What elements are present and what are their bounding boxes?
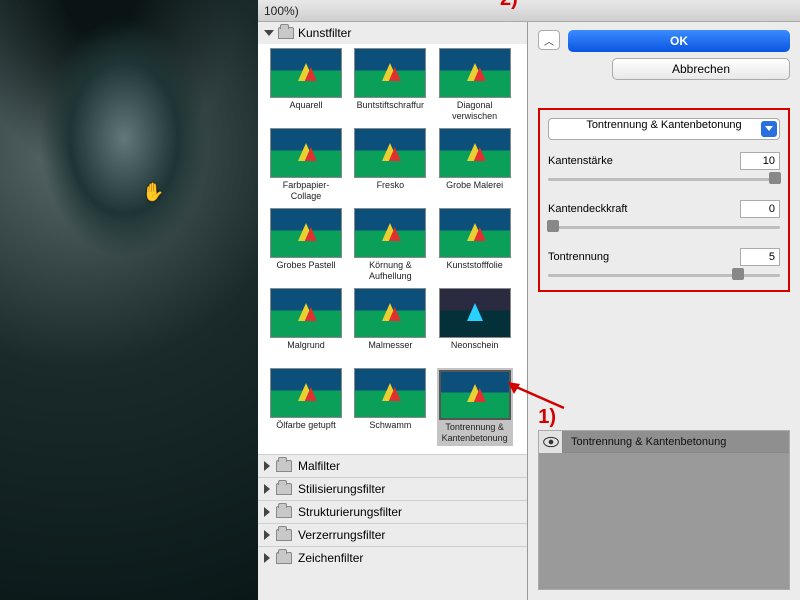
filter-thumb[interactable]: Aquarell [268, 48, 344, 122]
annotation-2: 2) [500, 0, 518, 11]
filter-thumb[interactable]: Buntstiftschraffur [352, 48, 428, 122]
filter-thumb[interactable]: Kunststofffolie [437, 208, 513, 282]
ok-button[interactable]: OK [568, 30, 790, 52]
filter-options-box: Tontrennung & Kantenbetonung Kantenstärk… [538, 108, 790, 292]
slider-label: Kantendeckkraft [548, 203, 628, 215]
disclosure-right-icon [264, 461, 270, 471]
effect-layers-panel: Tontrennung & Kantenbetonung [538, 430, 790, 590]
filter-thumb[interactable]: Farbpapier-Collage [268, 128, 344, 202]
eye-icon [543, 436, 559, 448]
posterization-input[interactable] [740, 248, 780, 266]
folder-icon [276, 529, 292, 541]
collapse-button[interactable]: ︿ [538, 30, 560, 50]
filter-gallery-panel: Kunstfilter Aquarell Buntstiftschraffur … [258, 22, 528, 600]
folder-icon [276, 506, 292, 518]
slider-posterization: Tontrennung [548, 248, 780, 282]
disclosure-right-icon [264, 507, 270, 517]
edge-intensity-track[interactable] [548, 222, 780, 234]
window-title: 100%) [258, 0, 800, 22]
filter-thumb[interactable]: Körnung & Aufhellung [352, 208, 428, 282]
edge-thickness-track[interactable] [548, 174, 780, 186]
folder-icon [276, 552, 292, 564]
filter-thumb[interactable]: Schwamm [352, 368, 428, 446]
folder-icon [276, 460, 292, 472]
filter-select-label: Tontrennung & Kantenbetonung [586, 119, 741, 131]
filter-thumb[interactable]: Diagonal verwischen [437, 48, 513, 122]
hand-cursor-icon: ✋ [142, 182, 164, 203]
visibility-toggle[interactable] [539, 431, 563, 453]
chevron-down-icon [761, 121, 777, 137]
filter-thumb[interactable]: Fresko [352, 128, 428, 202]
filter-thumb[interactable]: Malmesser [352, 288, 428, 362]
folder-icon [278, 27, 294, 39]
category-verzerrungsfilter[interactable]: Verzerrungsfilter [258, 523, 527, 546]
edge-intensity-input[interactable] [740, 200, 780, 218]
chevron-up-icon: ︿ [544, 33, 554, 48]
filter-thumb-grid: Aquarell Buntstiftschraffur Diagonal ver… [258, 44, 527, 454]
posterization-track[interactable] [548, 270, 780, 282]
filter-thumb[interactable]: Grobes Pastell [268, 208, 344, 282]
category-zeichenfilter[interactable]: Zeichenfilter [258, 546, 527, 569]
filter-select[interactable]: Tontrennung & Kantenbetonung [548, 118, 780, 140]
effect-layer-name: Tontrennung & Kantenbetonung [563, 431, 789, 452]
filter-preview[interactable]: ✋ [0, 0, 258, 600]
annotation-1: 1) [538, 406, 556, 429]
filter-thumb[interactable]: Ölfarbe getupft [268, 368, 344, 446]
filter-thumb-selected[interactable]: Tontrennung & Kantenbetonung [437, 368, 513, 446]
category-stilisierungsfilter[interactable]: Stilisierungsfilter [258, 477, 527, 500]
category-strukturierungsfilter[interactable]: Strukturierungsfilter [258, 500, 527, 523]
category-malfilter[interactable]: Malfilter [258, 454, 527, 477]
category-label: Kunstfilter [298, 26, 351, 40]
filter-thumb[interactable]: Grobe Malerei [437, 128, 513, 202]
cancel-button[interactable]: Abbrechen [612, 58, 790, 80]
slider-edge-intensity: Kantendeckkraft [548, 200, 780, 234]
slider-label: Kantenstärke [548, 155, 613, 167]
filter-thumb[interactable]: Neonschein [437, 288, 513, 362]
filter-controls-panel: ︿ OK Abbrechen 2) Tontrennung & Kantenbe… [528, 22, 800, 600]
edge-thickness-input[interactable] [740, 152, 780, 170]
disclosure-right-icon [264, 484, 270, 494]
folder-icon [276, 483, 292, 495]
category-kunstfilter[interactable]: Kunstfilter [258, 22, 527, 44]
disclosure-down-icon [264, 30, 274, 36]
slider-label: Tontrennung [548, 251, 609, 263]
slider-edge-thickness: Kantenstärke [548, 152, 780, 186]
disclosure-right-icon [264, 553, 270, 563]
filter-thumb[interactable]: Malgrund [268, 288, 344, 362]
effect-layer-row[interactable]: Tontrennung & Kantenbetonung [539, 431, 789, 453]
disclosure-right-icon [264, 530, 270, 540]
